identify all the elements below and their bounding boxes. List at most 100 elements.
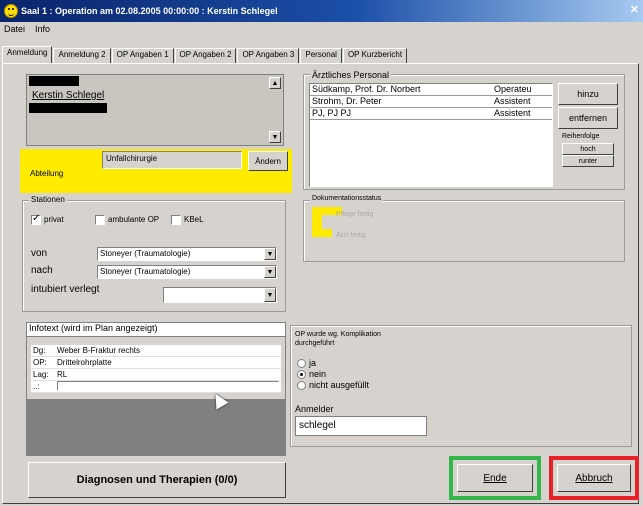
infotext-panel: Infotext (wird im Plan angezeigt) Dg: Web… [26,322,286,456]
info-input[interactable] [57,381,279,391]
checkbox-unchecked-icon [171,215,181,225]
anmelder-field[interactable]: schlegel [295,416,427,436]
anmelder-label: Anmelder [295,404,334,414]
aendern-button[interactable]: Ändern [248,151,288,171]
info-key: ..: [33,382,40,391]
radio-on-icon [297,370,306,380]
ambulant-label: ambulante OP [108,215,160,225]
title-bar: Saal 1 : Operation am 02.08.2005 00:00:0… [0,0,643,22]
infotext-box[interactable]: Dg: Weber B-Fraktur rechts OP: Drittelrohr… [31,345,281,393]
tab-personal[interactable]: Personal [300,48,342,63]
window-title: Saal 1 : Operation am 02.08.2005 00:00:0… [21,6,278,16]
intubiert-dropdown[interactable]: ▼ [163,287,277,303]
arzt-checkbox: Arzt fertig [336,232,366,239]
von-dropdown[interactable]: Stoneyer (Traumatologie) ▼ [97,247,277,261]
info-key: Lag: [33,370,49,379]
privat-checkbox[interactable]: privat [31,213,64,225]
list-item[interactable]: Südkamp, Prof. Dr. Norbert Operateu [310,84,552,95]
stationen-title: Stationen [29,195,67,204]
stationen-group: Stationen privat ambulante OP KBeL von S… [22,195,286,312]
info-key: Dg: [33,346,46,355]
tab-strip: Anmeldung Anmeldung 2 OP Angaben 1 OP An… [2,46,408,64]
info-line-input[interactable]: ..: [31,381,281,393]
list-item[interactable]: PJ, PJ PJ Assistent [310,107,552,120]
abbruch-button[interactable]: Abbruch [557,464,631,492]
ende-button[interactable]: Ende [457,464,533,492]
info-value: Weber B-Fraktur rechts [57,346,140,355]
radio-nicht-ausgefuellt[interactable]: nicht ausgefüllt [297,380,370,391]
menu-datei[interactable]: Datei [4,24,25,34]
list-item[interactable]: Strohm, Dr. Peter Assistent [310,95,552,107]
redaction-bar [29,103,107,113]
checkbox-unchecked-icon [95,215,105,225]
menu-info[interactable]: Info [35,24,50,34]
ambulant-checkbox[interactable]: ambulante OP [95,215,159,225]
personal-title: Ärztliches Personal [310,70,392,80]
op-komplikation-group: OP wurde wg. Komplikation durchgeführt j… [290,325,632,447]
chevron-down-icon[interactable]: ▼ [264,288,276,302]
reihenfolge-label: Reihenfolge [562,133,600,140]
entfernen-button[interactable]: entfernen [558,107,618,129]
chevron-down-icon[interactable]: ▼ [264,266,276,278]
infotext-title: Infotext (wird im Plan angezeigt) [27,323,285,337]
personal-group: Ärztliches Personal Südkamp, Prof. Dr. N… [303,70,625,190]
von-label: von [31,248,48,259]
tab-op-angaben-1[interactable]: OP Angaben 1 [111,48,174,63]
radio-off-icon [297,359,306,369]
dokumentation-group: Dokumentationsstatus Pflege fertig Arzt … [303,195,625,262]
close-icon[interactable]: ✕ [630,3,639,16]
scroll-up-icon[interactable]: ▲ [269,77,281,89]
scroll-down-icon[interactable]: ▼ [269,131,281,143]
tab-anmeldung[interactable]: Anmeldung [2,46,53,63]
personal-list[interactable]: Südkamp, Prof. Dr. Norbert Operateu Stroh… [309,83,553,187]
personal-name: Südkamp, Prof. Dr. Norbert [312,84,421,94]
personal-role: Assistent [494,96,531,106]
nach-dropdown[interactable]: Stoneyer (Traumatologie) ▼ [97,265,277,279]
redaction-bar [29,76,79,86]
info-value: Drittelrohrplatte [57,358,112,367]
personal-role: Operateu [494,84,532,94]
chevron-down-icon[interactable]: ▼ [264,248,276,260]
arzt-label: Arzt fertig [336,232,366,239]
radio-ja[interactable]: ja [297,358,317,369]
dokumentation-title: Dokumentationsstatus [310,195,384,202]
tab-op-angaben-2[interactable]: OP Angaben 2 [174,48,237,63]
patient-box: Kerstin Schlegel ▲ ▼ [26,74,284,146]
pflege-label: Pflege fertig [336,211,374,218]
intubiert-label: intubiert verlegt [31,284,100,295]
tab-op-kurzbericht[interactable]: OP Kurzbericht [342,48,408,63]
checkbox-checked-icon [31,213,41,225]
diagnosen-therapien-button[interactable]: Diagnosen und Therapien (0/0) [28,462,286,498]
radio-nicht-label: nicht ausgefüllt [309,380,370,390]
hinzu-button[interactable]: hinzu [558,83,618,105]
personal-role: Assistent [494,108,531,118]
abbruch-highlight: Abbruch [549,456,639,500]
info-line: Lag: RL [31,369,281,381]
abteilung-label: Abteilung [30,169,64,178]
abteilung-panel: Abteilung Unfallchirurgie Ändern [20,149,292,193]
personal-name: PJ, PJ PJ [312,108,352,118]
hoch-button[interactable]: hoch [562,143,614,155]
von-value: Stoneyer (Traumatologie) [100,249,191,258]
abteilung-field: Unfallchirurgie [102,151,242,169]
smiley-icon [4,4,18,18]
nach-value: Stoneyer (Traumatologie) [100,267,191,276]
kbel-checkbox[interactable]: KBeL [171,215,204,225]
infotext-empty-area [27,399,285,455]
menu-bar: Datei Info [0,22,643,36]
radio-nein-label: nein [309,369,327,379]
info-key: OP: [33,358,47,367]
radio-ja-label: ja [309,358,317,368]
tab-anmeldung-2[interactable]: Anmeldung 2 [53,48,111,63]
info-line: Dg: Weber B-Fraktur rechts [31,345,281,357]
runter-button[interactable]: runter [562,155,614,167]
nach-label: nach [31,265,53,276]
tab-op-angaben-3[interactable]: OP Angaben 3 [237,48,300,63]
radio-nein[interactable]: nein [297,369,327,380]
radio-off-icon [297,381,306,391]
privat-label: privat [44,215,64,225]
personal-name: Strohm, Dr. Peter [312,96,382,106]
info-value: RL [57,370,68,379]
application-window: Saal 1 : Operation am 02.08.2005 00:00:0… [0,0,643,506]
intubiert-value [164,288,264,302]
